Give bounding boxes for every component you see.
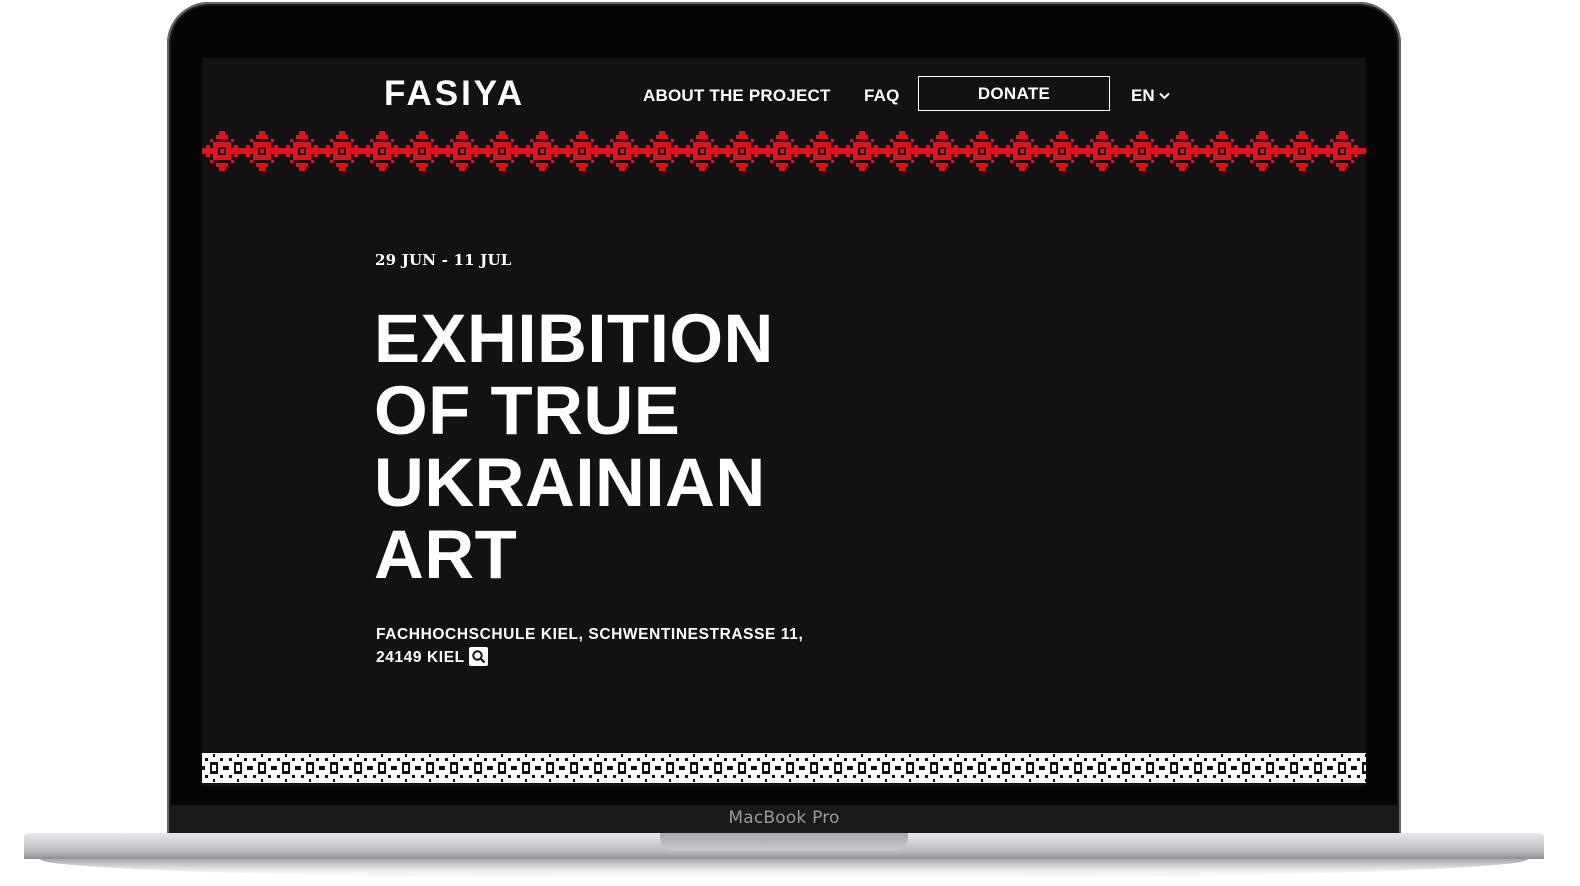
exhibition-address: FACHHOCHSCHULE KIEL, SCHWENTINESTRASSE 1… [376,623,896,669]
laptop-base-edge [40,859,1528,879]
address-line-1: FACHHOCHSCHULE KIEL, SCHWENTINESTRASSE 1… [376,626,804,643]
device-label: MacBook Pro [728,808,840,828]
browser-screen: FASIYA ABOUT THE PROJECT FAQ DONATE EN 2… [202,58,1366,786]
search-icon[interactable] [468,647,488,666]
donate-button[interactable]: DONATE [918,76,1110,111]
language-selector[interactable]: EN [1131,86,1170,106]
nav-about-link[interactable]: ABOUT THE PROJECT [643,86,831,106]
hero-title-line: EXHIBITION [374,300,774,377]
donate-button-label: DONATE [977,83,1051,103]
exhibition-dates: 29 JUN - 11 JUL [375,251,512,269]
hero-title-line: OF TRUE [374,372,681,449]
site-logo[interactable]: FASIYA [384,74,525,114]
hero-title-line: ART [374,516,518,593]
laptop-opening-notch [660,833,908,851]
hero-title-line: UKRAINIAN [374,444,766,521]
address-city: 24149 KIEL [376,649,465,666]
nav-faq-link[interactable]: FAQ [864,86,900,106]
language-label: EN [1131,86,1155,105]
ornament-border-top [202,131,1366,171]
ornament-border-bottom [202,753,1366,783]
chevron-down-icon [1158,92,1170,100]
hero-title: EXHIBITION OF TRUE UKRAINIAN ART [374,303,774,591]
address-line-2: 24149 KIEL [376,646,896,669]
